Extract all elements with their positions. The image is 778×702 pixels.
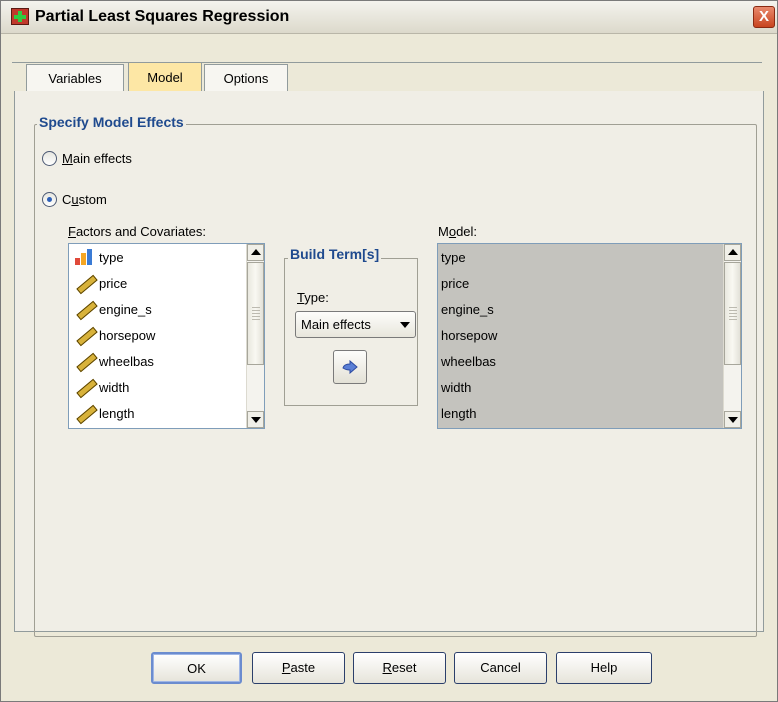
list-item[interactable]: type bbox=[69, 244, 247, 270]
scroll-up-button[interactable] bbox=[724, 244, 741, 261]
scale-ruler-icon bbox=[73, 352, 98, 373]
reset-button[interactable]: Reset bbox=[353, 652, 446, 684]
build-terms-title: Build Term[s] bbox=[288, 246, 382, 262]
model-scrollbar[interactable] bbox=[723, 244, 741, 428]
scroll-down-button[interactable] bbox=[724, 411, 741, 428]
nominal-bar-chart-icon bbox=[73, 248, 95, 266]
main-effects-radio[interactable]: Main effects bbox=[42, 151, 132, 166]
list-item[interactable]: price bbox=[438, 270, 724, 296]
list-item-label: width bbox=[99, 379, 130, 395]
scale-ruler-icon bbox=[73, 404, 98, 425]
scroll-thumb[interactable] bbox=[724, 262, 741, 365]
list-item[interactable]: length bbox=[438, 400, 724, 426]
scale-ruler-icon bbox=[73, 378, 98, 399]
arrow-down-icon bbox=[728, 417, 738, 423]
list-item-label: type bbox=[99, 249, 124, 265]
tab-variables[interactable]: Variables bbox=[26, 64, 124, 91]
tab-strip bbox=[12, 62, 762, 63]
list-item-label: engine_s bbox=[99, 301, 152, 317]
list-item-label: horsepow bbox=[99, 327, 156, 343]
grip-icon bbox=[252, 307, 260, 321]
list-item[interactable]: wheelbas bbox=[69, 348, 247, 374]
grip-icon bbox=[729, 307, 737, 321]
factors-covariates-list[interactable]: type price engine_s horsepow wheelbas wi… bbox=[68, 243, 265, 429]
list-item[interactable]: length bbox=[69, 400, 247, 426]
custom-label: Custom bbox=[62, 192, 107, 207]
scale-ruler-icon bbox=[73, 274, 98, 295]
list-item[interactable]: price bbox=[69, 270, 247, 296]
list-item[interactable]: engine_s bbox=[69, 296, 247, 322]
window-title: Partial Least Squares Regression bbox=[35, 8, 290, 25]
arrow-up-icon bbox=[251, 249, 261, 255]
list-item[interactable]: width bbox=[438, 374, 724, 400]
add-to-model-button[interactable] bbox=[333, 350, 367, 384]
scroll-up-button[interactable] bbox=[247, 244, 264, 261]
scale-ruler-icon bbox=[73, 326, 98, 347]
ok-button[interactable]: OK bbox=[151, 652, 242, 684]
title-bar[interactable]: Partial Least Squares Regression X bbox=[1, 1, 777, 34]
list-item-label: length bbox=[99, 405, 135, 421]
tab-options[interactable]: Options bbox=[204, 64, 288, 91]
group-title: Specify Model Effects bbox=[37, 114, 186, 130]
arrow-down-icon bbox=[251, 417, 261, 423]
radio-selected-icon[interactable] bbox=[42, 192, 57, 207]
scroll-down-button[interactable] bbox=[247, 411, 264, 428]
factors-covariates-label: Factors and Covariates: bbox=[68, 224, 207, 239]
radio-circle-icon[interactable] bbox=[42, 151, 57, 166]
right-arrow-icon bbox=[342, 360, 358, 374]
list-item[interactable]: horsepow bbox=[69, 322, 247, 348]
model-label: Model: bbox=[438, 224, 478, 239]
custom-radio[interactable]: Custom bbox=[42, 192, 107, 207]
close-button[interactable]: X bbox=[753, 6, 775, 28]
dropdown-arrow-icon bbox=[400, 322, 410, 328]
list-item[interactable]: engine_s bbox=[438, 296, 724, 322]
list-item[interactable]: horsepow bbox=[438, 322, 724, 348]
factors-scrollbar[interactable] bbox=[246, 244, 264, 428]
help-button[interactable]: Help bbox=[556, 652, 652, 684]
main-effects-label: Main effects bbox=[62, 151, 132, 166]
scale-ruler-icon bbox=[73, 300, 98, 321]
list-item[interactable]: type bbox=[438, 244, 724, 270]
arrow-up-icon bbox=[728, 249, 738, 255]
cancel-button[interactable]: Cancel bbox=[454, 652, 547, 684]
spss-app-icon bbox=[11, 8, 29, 25]
list-item[interactable]: width bbox=[69, 374, 247, 400]
list-item-label: wheelbas bbox=[99, 353, 154, 369]
tab-model[interactable]: Model bbox=[128, 62, 202, 92]
term-type-dropdown[interactable]: Main effects bbox=[295, 311, 416, 338]
term-type-value: Main effects bbox=[301, 317, 371, 332]
type-label: Type: bbox=[297, 290, 329, 305]
model-terms-list[interactable]: type price engine_s horsepow wheelbas wi… bbox=[437, 243, 742, 429]
scroll-thumb[interactable] bbox=[247, 262, 264, 365]
paste-button[interactable]: Paste bbox=[252, 652, 345, 684]
list-item[interactable]: wheelbas bbox=[438, 348, 724, 374]
list-item-label: price bbox=[99, 275, 128, 291]
